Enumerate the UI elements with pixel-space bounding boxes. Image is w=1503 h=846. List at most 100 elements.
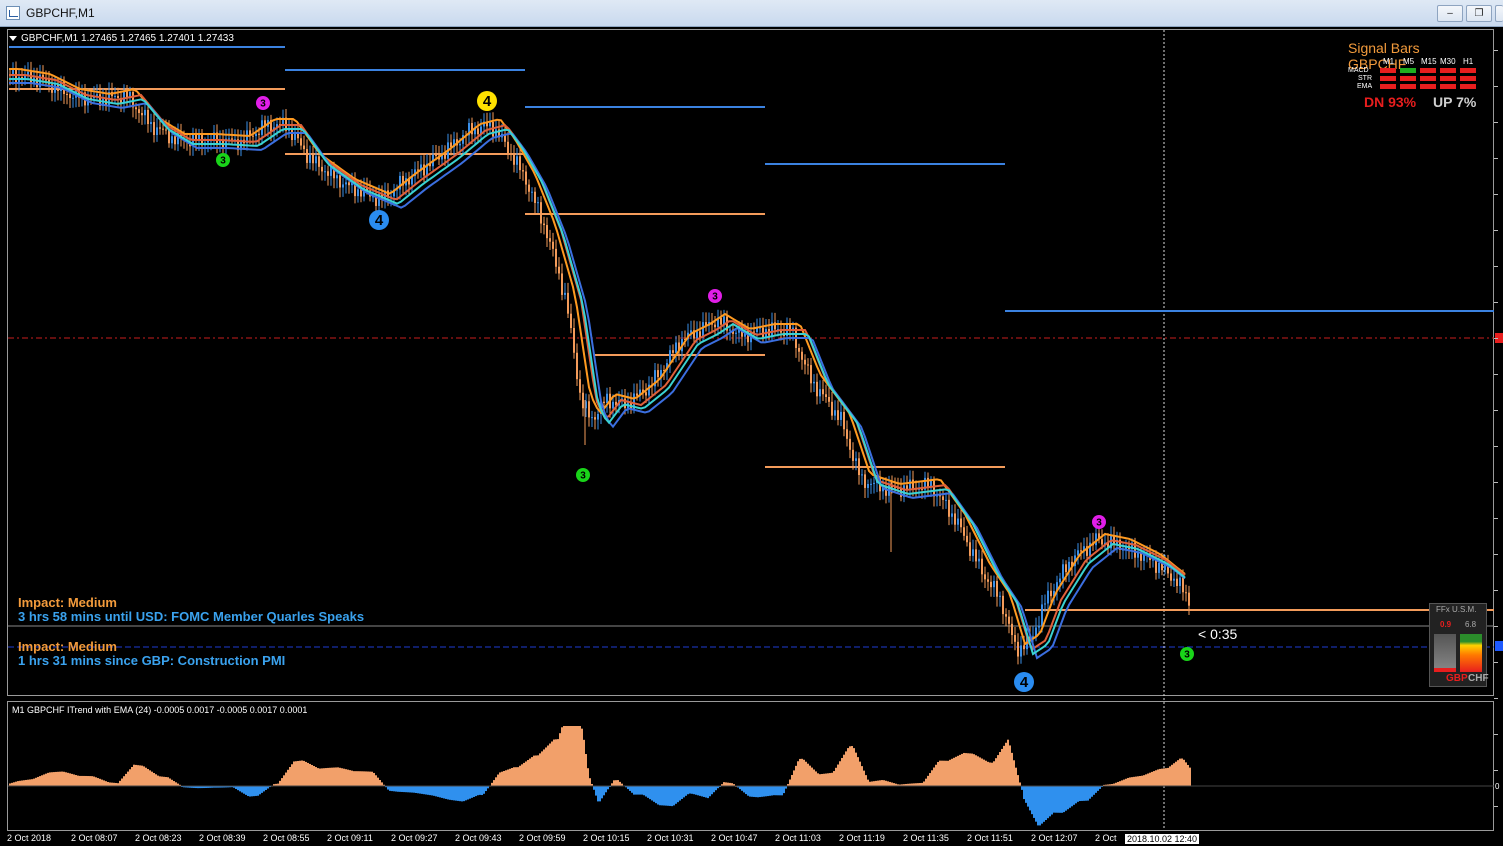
time-axis-label: 2 Oct (1095, 833, 1117, 843)
indicator-bar (631, 786, 633, 793)
indicator-bar (565, 726, 567, 786)
indicator-bar (107, 781, 109, 786)
indicator-bar (933, 767, 935, 786)
indicator-bar (853, 748, 855, 786)
candle-body (735, 332, 737, 334)
indicator-bar (801, 758, 803, 786)
indicator-bar (371, 771, 373, 786)
news-impact-2: Impact: Medium (18, 639, 117, 654)
indicator-bar (843, 754, 845, 786)
signal-cell (1380, 84, 1396, 89)
signal-marker-label: 4 (375, 212, 384, 229)
indicator-bar (659, 786, 661, 806)
indicator-bar (1129, 777, 1131, 786)
indicator-bar (529, 758, 531, 786)
candle-body (1065, 564, 1067, 573)
gbp-strength-bar (1434, 634, 1456, 672)
indicator-bar (101, 779, 103, 786)
candle-body (522, 170, 524, 172)
candle-body (951, 513, 953, 517)
candle-body (819, 389, 821, 397)
indicator-bar (681, 786, 683, 799)
indicator-bar (161, 776, 163, 786)
indicator-bar (481, 786, 483, 796)
indicator-zero-label: 0 (1495, 782, 1500, 791)
indicator-bar (255, 786, 257, 796)
indicator-bar (949, 759, 951, 786)
indicator-bar (767, 786, 769, 797)
candle-body (822, 389, 824, 395)
candle-body (999, 595, 1001, 597)
signal-bars-panel: Signal Bars GBPCHF M1 M5 M15 M30 H1 MACD… (1340, 38, 1480, 114)
indicator-bar (1181, 758, 1183, 786)
level-price-tag (1495, 641, 1503, 651)
candle-body (159, 127, 161, 129)
indicator-bar (869, 781, 871, 786)
indicator-bar (741, 786, 743, 791)
indicator-bar (1095, 786, 1097, 793)
candle-body (165, 129, 167, 131)
indicator-bar (1057, 786, 1059, 813)
indicator-bar (89, 776, 91, 786)
indicator-bar (517, 767, 519, 786)
indicator-bar (579, 726, 581, 786)
candle-body (852, 449, 854, 461)
indicator-bar (981, 758, 983, 786)
tf-label: M5 (1403, 57, 1415, 66)
indicator-bar (1041, 786, 1043, 824)
indicator-bar (363, 771, 365, 786)
dropdown-arrow-icon[interactable] (9, 35, 17, 41)
indicator-bar (523, 762, 525, 786)
indicator-bar (471, 786, 473, 798)
indicator-bar (75, 775, 77, 786)
indicator-bar (955, 756, 957, 786)
indicator-bar (985, 760, 987, 786)
gbp-strength-value: 0.9 (1440, 620, 1452, 629)
price-axis-tick (1494, 590, 1498, 591)
indicator-bar (365, 771, 367, 786)
candle-body (1095, 533, 1097, 546)
indicator-bar (339, 767, 341, 786)
indicator-bar (109, 782, 111, 786)
candle-body (807, 364, 809, 366)
indicator-bar (55, 771, 57, 786)
indicator-bar (835, 767, 837, 786)
candle-body (525, 171, 527, 185)
indicator-bar (123, 776, 125, 786)
indicator-bar (243, 786, 245, 794)
indicator-bar (533, 755, 535, 786)
candle-body (996, 580, 998, 597)
candle-body (96, 94, 98, 96)
indicator-bar (479, 786, 481, 795)
candle-body (636, 393, 638, 396)
indicator-bar (945, 760, 947, 786)
indicator-bar (175, 782, 177, 786)
indicator-bar (1123, 779, 1125, 786)
indicator-bar (643, 786, 645, 796)
indicator-bar (975, 755, 977, 786)
indicator-bar (357, 771, 359, 786)
indicator-bar (809, 765, 811, 786)
candle-body (303, 145, 305, 150)
indicator-bar (477, 786, 479, 796)
indicator-bar (705, 786, 707, 798)
indicator-bar (1059, 786, 1061, 813)
candle-body (855, 458, 857, 461)
indicator-bar (637, 786, 639, 795)
indicator-bar (261, 786, 263, 793)
indicator-bar (459, 786, 461, 802)
indicator-bar (569, 726, 571, 786)
indicator-bar (333, 767, 335, 786)
crosshair-time-label: 2018.10.02 12:40 (1125, 834, 1200, 844)
indicator-bar (747, 786, 749, 796)
news-text-2: 1 hrs 31 mins since GBP: Construction PM… (18, 653, 286, 668)
indicator-bar (977, 756, 979, 786)
candle-body (870, 483, 872, 485)
ema-signal-line (9, 78, 1186, 656)
indicator-bar (151, 771, 153, 786)
indicator-bar (1171, 764, 1173, 786)
candle-body (933, 480, 935, 497)
candle-body (1188, 592, 1190, 606)
indicator-bar (397, 786, 399, 792)
candle-body (561, 273, 563, 295)
